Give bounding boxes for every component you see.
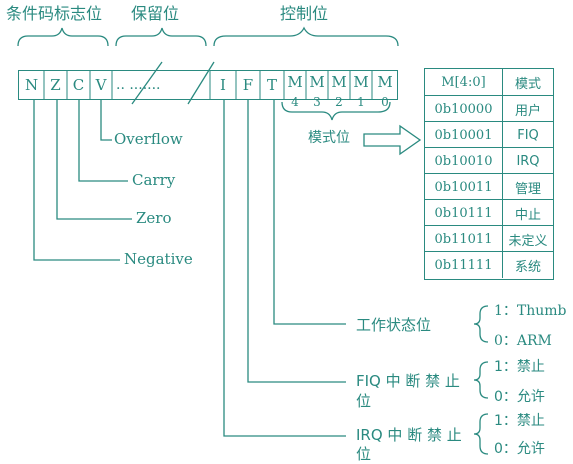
mode-name: IRQ [516,153,540,169]
mode-bits-value: 0b10000 [425,96,503,122]
f-bit-option-1: 1：禁止 [494,359,545,375]
mode-table-row: 0b10111 中止 [425,199,553,226]
overflow-label: Overflow [114,130,183,148]
mode-table-row: 0b10010 IRQ [425,147,553,174]
t-bit-label: 工作状态位 [356,316,432,334]
mode-name: 用户 [514,103,541,119]
bit-n: N [24,76,39,94]
bit-m3-index: 3 [313,95,321,109]
bit-i: I [220,76,226,94]
bit-m4-index: 4 [291,95,299,109]
mode-name: 系统 [514,259,541,275]
i-bit-label-line2: 位 [356,445,372,463]
mode-table-row: 0b11111 系统 [425,251,553,278]
mode-bits-value: 0b11111 [425,252,503,278]
bit-m2-index: 2 [335,95,343,109]
f-bit-label-line2: 位 [356,392,372,410]
bit-m0: M [377,73,393,91]
f-bit-label: FIQ 中 断 禁 止 [356,372,460,390]
mode-name: 中止 [514,207,541,223]
mode-bits-value: 0b10001 [425,122,503,148]
mode-name: 管理 [514,181,541,197]
mode-table-row: 0b10001 FIQ [425,121,553,148]
i-bit-option-0: 0：允许 [494,441,545,457]
mode-name: FIQ [517,127,539,143]
reserved-dots: .. ....... [116,77,161,93]
mode-bits-value: 0b11011 [425,226,503,252]
mode-table-header-bits: M[4:0] [425,69,503,95]
f-bit-option-0: 0：允许 [494,389,545,405]
mode-bits-label: 模式位 [308,130,350,146]
mode-table: M[4:0] 模式 0b10000 用户 0b10001 FIQ 0b10010 IRQ 0b1… [424,68,554,280]
mode-table-header-mode: 模式 [514,76,541,92]
bit-c: C [72,76,85,94]
bit-m4: M [287,73,303,91]
mode-table-header: M[4:0] 模式 [425,69,553,95]
bit-m1: M [353,73,369,91]
i-bit-option-1: 1：禁止 [494,413,545,429]
mode-bits-value: 0b10111 [425,200,503,226]
t-bit-option-1: 1：Thumb [494,303,567,319]
t-bit-option-0: 0：ARM [494,333,552,349]
bit-m3: M [309,73,325,91]
bit-m0-index: 0 [381,95,389,109]
bit-v: V [95,76,107,94]
bit-m2: M [331,73,347,91]
carry-label: Carry [132,171,176,189]
bit-z: Z [50,76,61,94]
bit-t: T [266,76,277,94]
mode-bits-value: 0b10010 [425,148,503,174]
bit-m1-index: 1 [357,95,365,109]
i-bit-label: IRQ 中 断 禁 止 [356,426,462,444]
mode-bits-value: 0b10011 [425,174,503,200]
mode-table-row: 0b10000 用户 [425,95,553,122]
mode-table-row: 0b11011 未定义 [425,225,553,252]
negative-label: Negative [124,250,193,268]
zero-label: Zero [136,209,172,227]
mode-name: 未定义 [508,233,548,249]
mode-table-row: 0b10011 管理 [425,173,553,200]
bit-f: F [242,76,254,94]
